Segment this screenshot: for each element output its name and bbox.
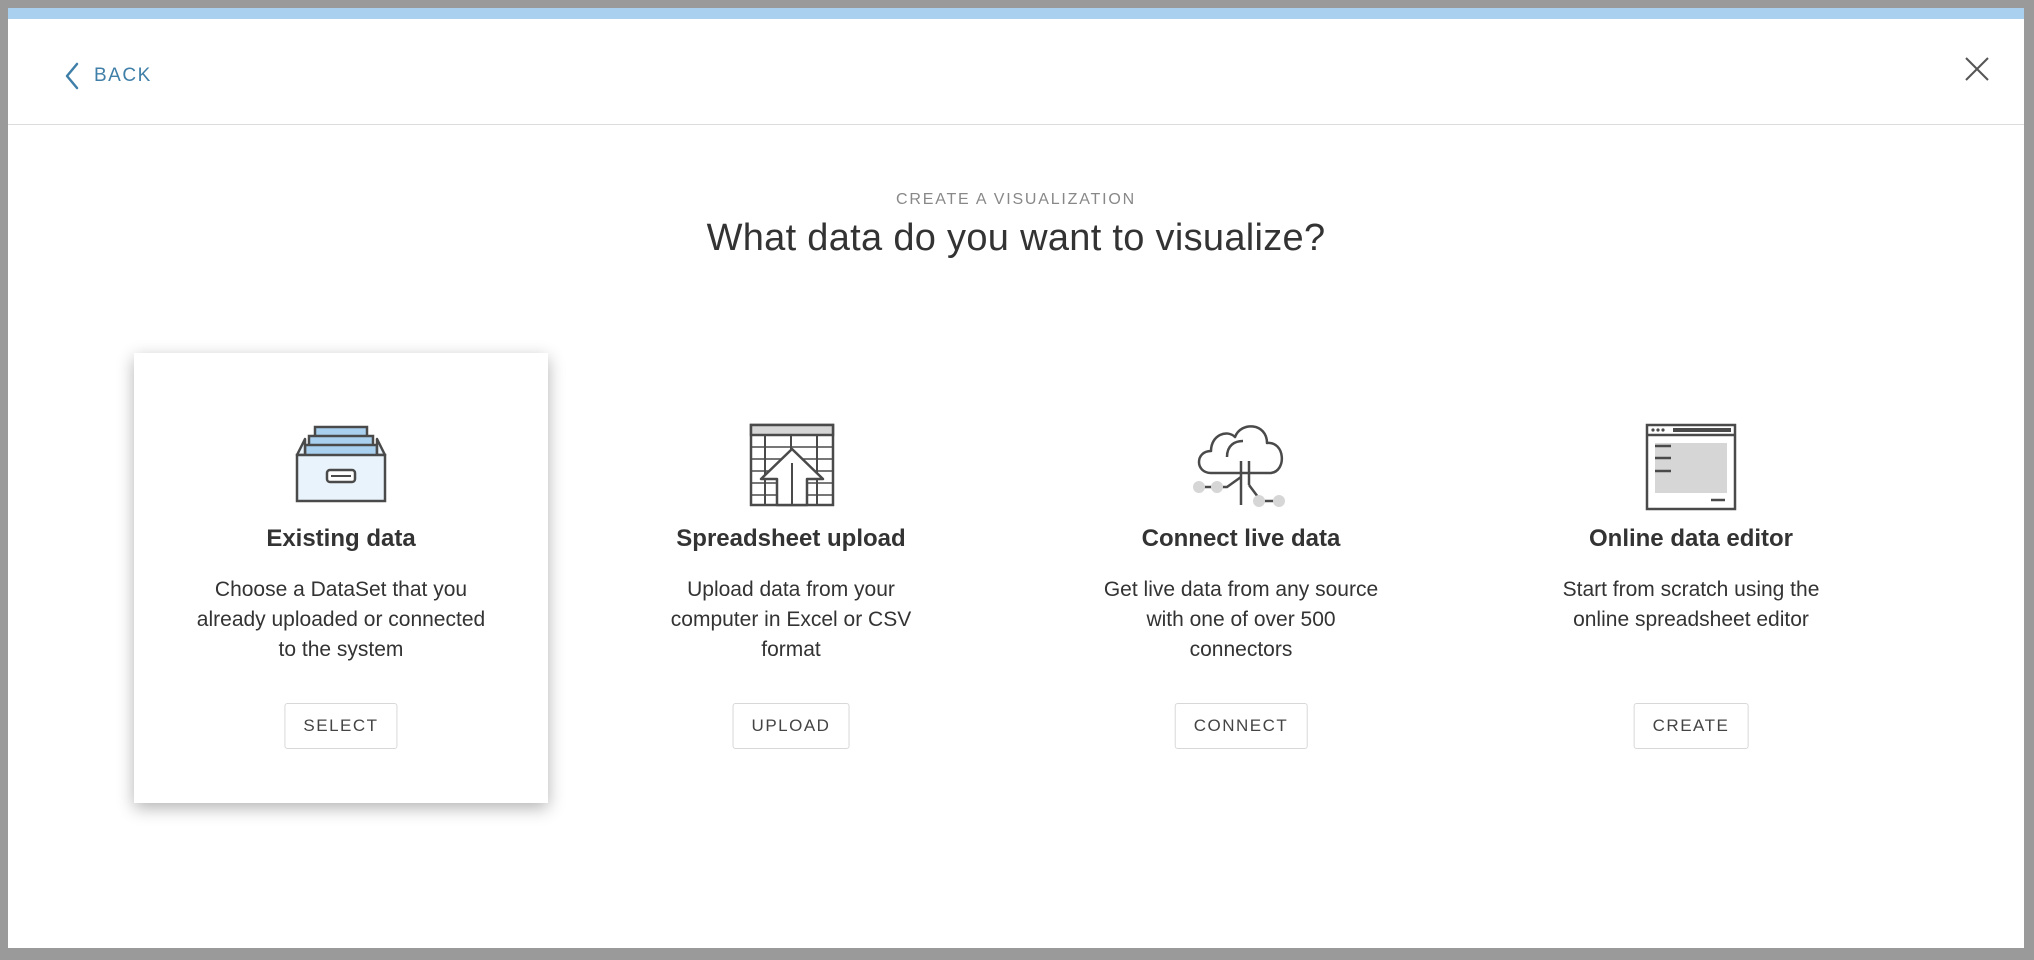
option-title: Online data editor <box>1588 525 1794 552</box>
option-card-online-data-editor[interactable]: Online data editor Start from scratch us… <box>1484 353 1898 803</box>
option-description: Upload data from your computer in Excel … <box>670 578 912 661</box>
select-button[interactable]: SELECT <box>284 703 398 749</box>
option-card-connect-live-data[interactable]: Connect live data Get live data from any… <box>1034 353 1448 803</box>
cloud-connect-icon <box>1191 415 1291 515</box>
file-drawer-icon <box>291 415 391 515</box>
upload-button[interactable]: UPLOAD <box>732 703 850 749</box>
option-description: Choose a DataSet that you already upload… <box>196 578 486 661</box>
back-button[interactable]: BACK <box>64 61 152 91</box>
page-title: What data do you want to visualize? <box>706 217 1326 259</box>
create-button[interactable]: CREATE <box>1633 703 1749 749</box>
modal-dialog: BACK CREATE A VISUALIZATION What data do… <box>8 8 2024 948</box>
dialog-header: BACK <box>8 19 2024 125</box>
close-icon[interactable] <box>1962 54 1992 84</box>
option-description: Get live data from any source with one o… <box>1103 578 1379 661</box>
page-eyebrow: CREATE A VISUALIZATION <box>896 191 1136 208</box>
connect-button[interactable]: CONNECT <box>1174 703 1308 749</box>
option-title: Spreadsheet upload <box>676 525 906 552</box>
spreadsheet-upload-icon <box>741 415 841 515</box>
option-card-existing-data[interactable]: Existing data Choose a DataSet that you … <box>134 353 548 803</box>
option-description: Start from scratch using the online spre… <box>1562 578 1820 631</box>
browser-editor-icon <box>1641 415 1741 515</box>
page-heading: CREATE A VISUALIZATION What data do you … <box>8 191 2024 260</box>
chevron-left-icon <box>64 62 80 90</box>
option-title: Connect live data <box>1141 525 1341 552</box>
option-title: Existing data <box>266 525 416 552</box>
back-label: BACK <box>94 65 152 86</box>
option-card-spreadsheet-upload[interactable]: Spreadsheet upload Upload data from your… <box>584 353 998 803</box>
